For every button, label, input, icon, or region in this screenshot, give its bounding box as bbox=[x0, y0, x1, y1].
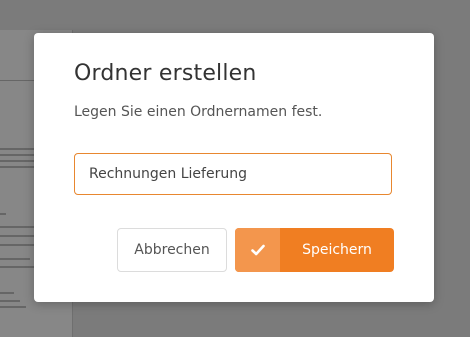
checkmark-icon bbox=[235, 228, 280, 272]
cancel-button[interactable]: Abbrechen bbox=[117, 228, 227, 272]
dialog-title: Ordner erstellen bbox=[74, 61, 257, 86]
save-button-label: Speichern bbox=[302, 242, 372, 258]
folder-name-input[interactable] bbox=[74, 153, 392, 195]
save-button[interactable]: Speichern bbox=[235, 228, 394, 272]
dialog-subtitle: Legen Sie einen Ordnernamen fest. bbox=[74, 104, 323, 120]
create-folder-dialog: Ordner erstellen Legen Sie einen Ordnern… bbox=[34, 33, 434, 302]
